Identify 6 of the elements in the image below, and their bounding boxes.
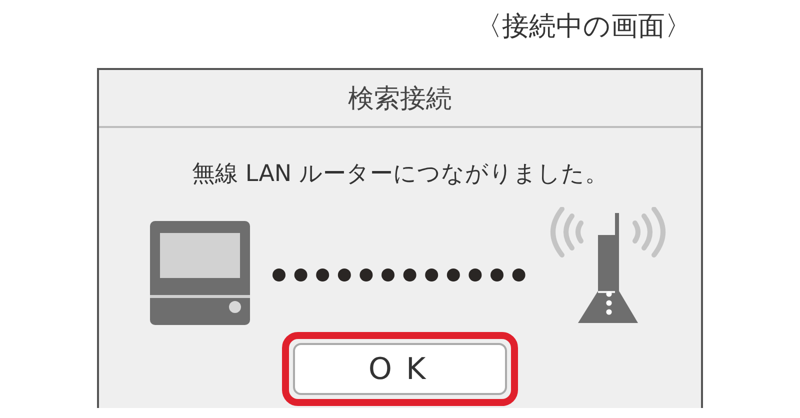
dialog-title: 検索接続	[99, 70, 701, 128]
caption: 〈接続中の画面〉	[475, 10, 692, 44]
ok-button[interactable]: OK	[293, 343, 507, 395]
console-icon	[150, 221, 250, 325]
router-icon	[548, 207, 668, 325]
message: 無線 LAN ルーターにつながりました。	[191, 160, 609, 189]
